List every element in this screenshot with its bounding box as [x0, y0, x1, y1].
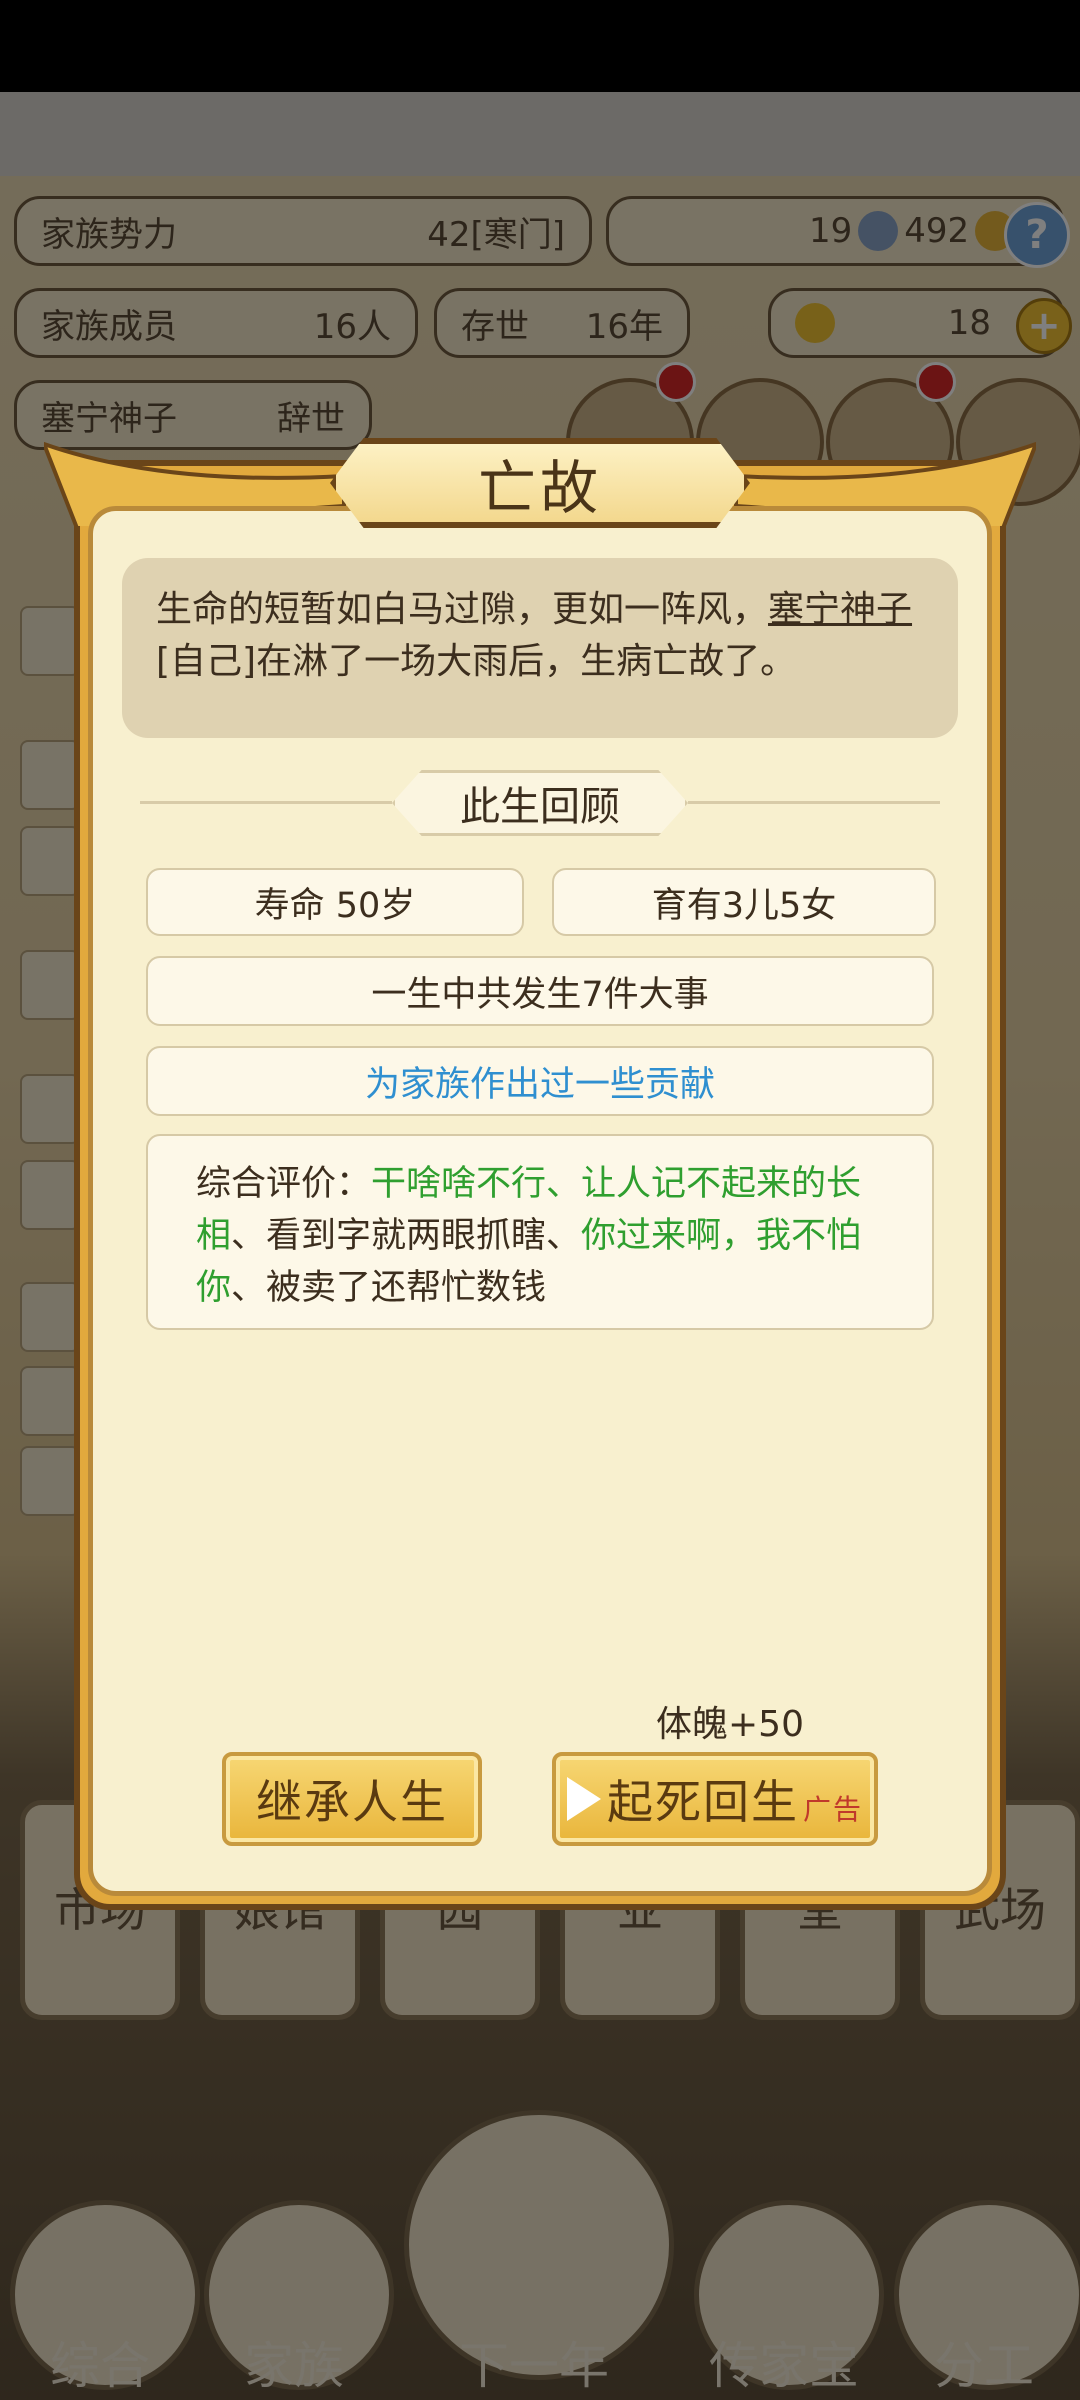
death-description: 生命的短暂如白马过隙，更如一阵风，塞宁神子 [自己]在淋了一场大雨后，生病亡故了。: [122, 558, 958, 738]
modal-title: 亡故: [330, 438, 750, 528]
revive-label: 起死回生: [606, 1775, 799, 1829]
life-review-heading: 此生回顾: [392, 770, 688, 836]
revive-button[interactable]: 起死回生 广告: [552, 1752, 878, 1846]
evaluation-card: 综合评价：干啥啥不行、让人记不起来的长相、看到字就两眼抓瞎、你过来啊，我不怕你、…: [146, 1134, 934, 1330]
divider: [140, 801, 392, 804]
evaluation-label: 综合评价：: [196, 1164, 372, 1204]
description-pre: 生命的短暂如白马过隙，更如一阵风，: [156, 589, 769, 630]
contribution-text: 为家族作出过一些贡献: [364, 1064, 715, 1105]
modal-title-text: 亡故: [477, 454, 602, 522]
lifespan-card: 寿命 50岁: [146, 868, 524, 936]
person-name-link[interactable]: 塞宁神子: [768, 589, 912, 630]
play-video-icon: [566, 1777, 601, 1821]
divider: [688, 801, 940, 804]
inherit-life-label: 继承人生: [256, 1775, 448, 1829]
description-post: [自己]在淋了一场大雨后，生病亡故了。: [156, 641, 797, 682]
life-review-title: 此生回顾: [460, 784, 620, 830]
children-text: 育有3儿5女: [651, 885, 837, 926]
trait-separator: 、被卖了还帮忙数钱: [231, 1268, 547, 1308]
ad-tag: 广告: [802, 1793, 863, 1826]
trait-separator: 、看到字就两眼抓瞎、: [231, 1216, 582, 1256]
lifespan-text: 寿命 50岁: [254, 885, 416, 926]
children-card: 育有3儿5女: [552, 868, 936, 936]
inherit-life-button[interactable]: 继承人生: [222, 1752, 482, 1846]
events-text: 一生中共发生7件大事: [371, 974, 709, 1015]
revive-bonus: 体魄+50: [656, 1704, 804, 1745]
contribution-card: 为家族作出过一些贡献: [146, 1046, 934, 1116]
events-card: 一生中共发生7件大事: [146, 956, 934, 1026]
